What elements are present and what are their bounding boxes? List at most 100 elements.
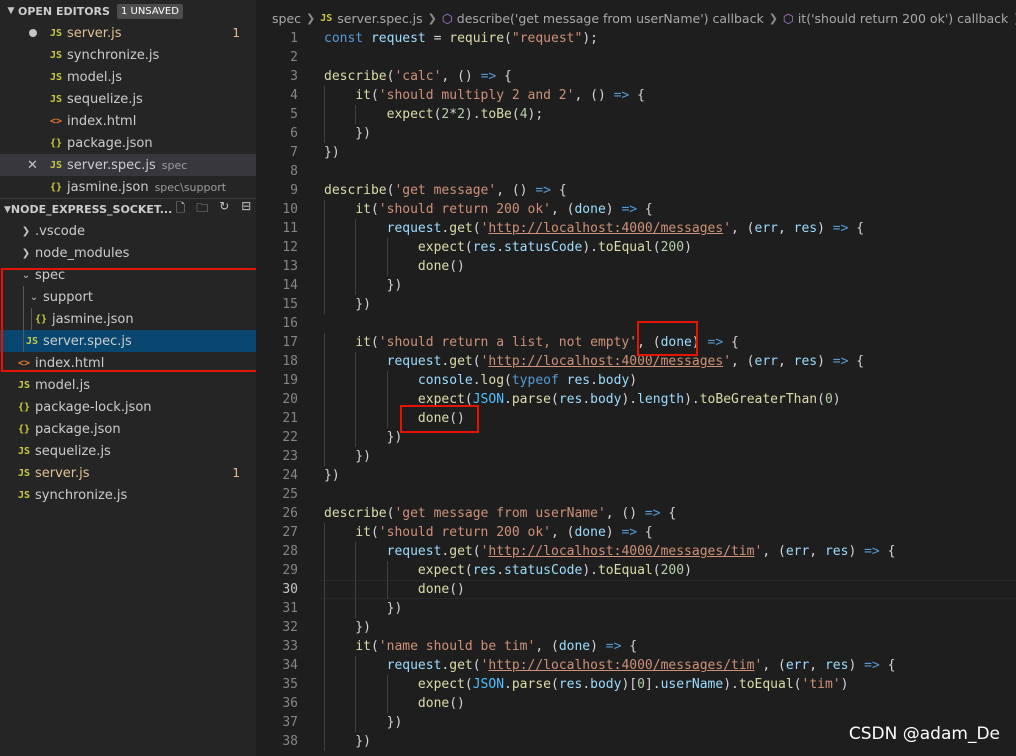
code-token: expect	[386, 107, 434, 122]
code-editor[interactable]: spec ❯ JS server.spec.js ❯ ⬡ describe('g…	[256, 0, 1016, 756]
code-token: =>	[621, 525, 638, 540]
open-editor-item-model-js[interactable]: JS model.js	[0, 66, 256, 88]
code-line[interactable]: 11 request.get('http://localhost:4000/me…	[256, 219, 1016, 238]
new-folder-icon[interactable]: 🗀	[194, 199, 210, 220]
code-token: statusCode	[504, 240, 583, 255]
code-line[interactable]: 25	[256, 485, 1016, 504]
line-number: 33	[282, 639, 298, 654]
breadcrumb-symbol[interactable]: describe('get message from userName') ca…	[457, 11, 764, 26]
code-line[interactable]: 29 expect(res.statusCode).toEqual(200)	[256, 561, 1016, 580]
code-line[interactable]: 5 expect(2*2).toBe(4);	[256, 105, 1016, 124]
line-number: 7	[290, 145, 298, 160]
code-token: , (	[535, 639, 559, 654]
code-line[interactable]: 8	[256, 162, 1016, 181]
code-line[interactable]: 31 })	[256, 599, 1016, 618]
code-token: , (	[762, 658, 786, 673]
code-line[interactable]: 19 console.log(typeof res.body)	[256, 371, 1016, 390]
code-line[interactable]: 28 request.get('http://localhost:4000/me…	[256, 542, 1016, 561]
open-editor-label: index.html	[67, 113, 137, 129]
project-folder-header[interactable]: ▼ NODE_EXPRESS_SOCKET... 🗋 🗀 ↻ ⊟	[0, 198, 256, 220]
code-token: length	[637, 392, 685, 407]
code-line[interactable]: 13 done()	[256, 257, 1016, 276]
refresh-icon[interactable]: ↻	[216, 199, 232, 220]
unsaved-dot-icon[interactable]	[29, 29, 37, 37]
code-line[interactable]: 12 expect(res.statusCode).toEqual(200)	[256, 238, 1016, 257]
code-lines[interactable]: 1 const request = require("request"); 2 3 de…	[256, 29, 1016, 751]
tree-item-package-json[interactable]: {} package.json	[0, 418, 256, 440]
code-line[interactable]: 15 })	[256, 295, 1016, 314]
code-line[interactable]: 24})	[256, 466, 1016, 485]
open-editor-item-index-html[interactable]: <> index.html	[0, 110, 256, 132]
code-line[interactable]: 18 request.get('http://localhost:4000/me…	[256, 352, 1016, 371]
open-editor-item-sequelize-js[interactable]: JS sequelize.js	[0, 88, 256, 110]
code-line[interactable]: 7})	[256, 143, 1016, 162]
code-line[interactable]: 10 it('should return 200 ok', (done) => …	[256, 200, 1016, 219]
code-token: =>	[605, 639, 622, 654]
code-text: })	[324, 466, 340, 485]
code-line[interactable]: 26 describe('get message from userName', …	[256, 504, 1016, 523]
code-token: get	[449, 221, 473, 236]
code-line[interactable]: 14 })	[256, 276, 1016, 295]
code-line[interactable]: 23 })	[256, 447, 1016, 466]
open-editor-item-synchronize-js[interactable]: JS synchronize.js	[0, 44, 256, 66]
code-token: =>	[864, 544, 880, 559]
code-line[interactable]: 16	[256, 314, 1016, 333]
breadcrumb-file[interactable]: server.spec.js	[337, 11, 422, 26]
tree-item-vscode[interactable]: ❯ .vscode	[0, 220, 256, 242]
code-token: })	[324, 620, 371, 635]
code-token: (	[652, 240, 661, 255]
code-token: )	[605, 202, 622, 217]
code-token: =>	[707, 335, 724, 350]
code-token: 'should return a list, not empty'	[378, 335, 638, 350]
code-line[interactable]: 17 it('should return a list, not empty',…	[256, 333, 1016, 352]
code-token: it	[355, 202, 371, 217]
tree-item-synchronize-js[interactable]: JS synchronize.js	[0, 484, 256, 506]
js-file-icon: JS	[17, 467, 31, 479]
code-text: const request = require("request");	[324, 29, 598, 48]
code-token: {	[848, 221, 865, 236]
line-number: 15	[282, 297, 298, 312]
tree-item-package-lock-json[interactable]: {} package-lock.json	[0, 396, 256, 418]
code-line[interactable]: 35 expect(JSON.parse(res.body)[0].userNa…	[256, 675, 1016, 694]
code-line[interactable]: 22 })	[256, 428, 1016, 447]
tree-item-sequelize-js[interactable]: JS sequelize.js	[0, 440, 256, 462]
code-token: ()	[449, 582, 465, 597]
code-line[interactable]: 2	[256, 48, 1016, 67]
tree-item-server-js[interactable]: JS server.js 1	[0, 462, 256, 484]
code-line[interactable]: 30 done()	[256, 580, 1016, 599]
code-token: const	[324, 31, 364, 46]
code-token: describe	[324, 69, 387, 84]
code-token: (	[464, 677, 473, 692]
code-text: it('should return 200 ok', (done) => {	[324, 523, 652, 542]
code-line[interactable]: 9 describe('get message', () => {	[256, 181, 1016, 200]
code-line[interactable]: 4 it('should multiply 2 and 2', () => {	[256, 86, 1016, 105]
code-line[interactable]: 27 it('should return 200 ok', (done) => …	[256, 523, 1016, 542]
code-line[interactable]: 32 })	[256, 618, 1016, 637]
tree-item-model-js[interactable]: JS model.js	[0, 374, 256, 396]
code-line[interactable]: 34 request.get('http://localhost:4000/me…	[256, 656, 1016, 675]
open-editor-item-server-js[interactable]: JS server.js 1	[0, 22, 256, 44]
code-token: (	[817, 392, 825, 407]
collapse-all-icon[interactable]: ⊟	[238, 199, 254, 220]
symbol-method-icon: ⬡	[441, 10, 453, 26]
breadcrumb-symbol[interactable]: it('should return 200 ok') callback	[798, 11, 1008, 26]
open-editor-item-server-spec-js[interactable]: ✕ JS server.spec.js spec	[0, 154, 256, 176]
open-editors-header[interactable]: ▼ OPEN EDITORS 1 UNSAVED	[0, 0, 256, 22]
code-line[interactable]: 20 expect(JSON.parse(res.body).length).t…	[256, 390, 1016, 409]
code-line[interactable]: 6 })	[256, 124, 1016, 143]
breadcrumb-folder[interactable]: spec	[272, 11, 301, 26]
open-editor-item-package-json[interactable]: {} package.json	[0, 132, 256, 154]
code-line[interactable]: 36 done()	[256, 694, 1016, 713]
tree-item-node-modules[interactable]: ❯ node_modules	[0, 242, 256, 264]
code-token: })	[324, 297, 371, 312]
line-number: 13	[282, 259, 298, 274]
code-line[interactable]: 3 describe('calc', () => {	[256, 67, 1016, 86]
new-file-icon[interactable]: 🗋	[172, 199, 188, 220]
code-line[interactable]: 33 it('name should be tim', (done) => {	[256, 637, 1016, 656]
code-token: "request"	[511, 31, 583, 46]
code-line[interactable]: 21 done()	[256, 409, 1016, 428]
open-editor-item-jasmine-json[interactable]: {} jasmine.json spec\support	[0, 176, 256, 198]
close-icon[interactable]: ✕	[27, 158, 38, 173]
code-line[interactable]: 1 const request = require("request");	[256, 29, 1016, 48]
